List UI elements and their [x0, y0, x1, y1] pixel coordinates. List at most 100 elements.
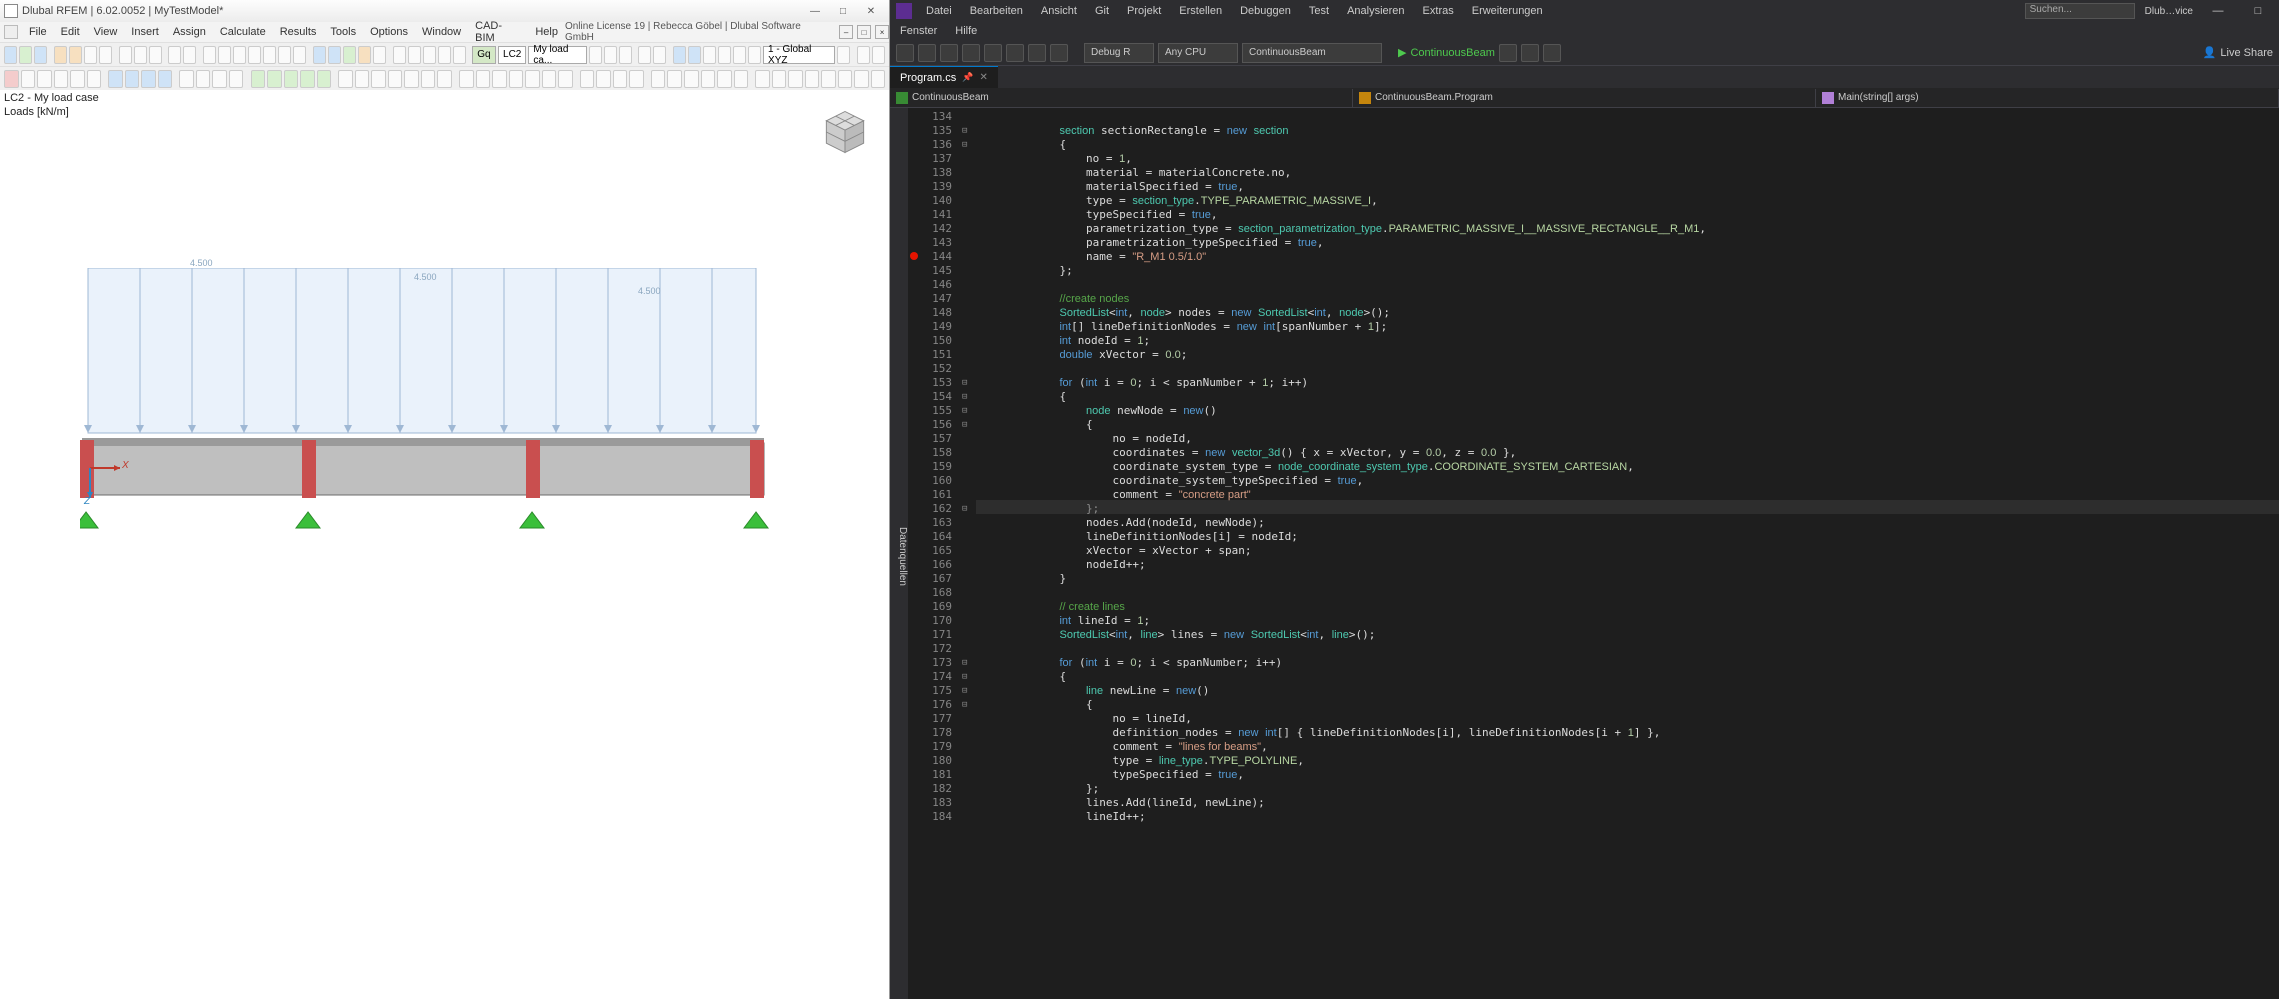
mdi-close-icon[interactable]: ×	[875, 25, 889, 39]
res2-icon[interactable]	[653, 46, 666, 64]
vsmenu-bearbeiten[interactable]: Bearbeiten	[966, 5, 1027, 17]
tab-close-icon[interactable]: ✕	[979, 72, 987, 83]
saveall-icon[interactable]	[1006, 44, 1024, 62]
node-icon[interactable]	[4, 70, 19, 88]
menu-calculate[interactable]: Calculate	[213, 26, 273, 38]
msc3-icon[interactable]	[788, 70, 803, 88]
vw4-icon[interactable]	[438, 46, 451, 64]
redo-icon[interactable]	[1050, 44, 1068, 62]
vw1-icon[interactable]	[393, 46, 406, 64]
platform-dropdown[interactable]: Any CPU	[1158, 43, 1238, 63]
gq-field[interactable]: Gq	[472, 46, 496, 64]
csys-dropdown[interactable]: 1 - Global XYZ	[763, 46, 835, 64]
nav-fwd-icon[interactable]	[918, 44, 936, 62]
rfem-viewport[interactable]: LC2 - My load case Loads [kN/m]	[0, 90, 889, 999]
grp1-icon[interactable]	[673, 46, 686, 64]
menu-tools[interactable]: Tools	[323, 26, 363, 38]
saveas-icon[interactable]	[69, 46, 82, 64]
grp2-icon[interactable]	[688, 46, 701, 64]
menu-edit[interactable]: Edit	[54, 26, 87, 38]
line-icon[interactable]	[21, 70, 36, 88]
ld2-icon[interactable]	[267, 70, 282, 88]
ld1-icon[interactable]	[251, 70, 266, 88]
menu-cadbim[interactable]: CAD-BIM	[468, 20, 528, 44]
dim3-icon[interactable]	[613, 70, 628, 88]
undo-icon[interactable]	[168, 46, 181, 64]
lc-prev-icon[interactable]	[589, 46, 602, 64]
print-icon[interactable]	[99, 46, 112, 64]
open-icon[interactable]	[962, 44, 980, 62]
grp3-icon[interactable]	[703, 46, 716, 64]
new-item-icon[interactable]	[940, 44, 958, 62]
menu-results[interactable]: Results	[273, 26, 324, 38]
snp4-icon[interactable]	[701, 70, 716, 88]
calc4-icon[interactable]	[358, 46, 371, 64]
res1-icon[interactable]	[638, 46, 651, 64]
dim2-icon[interactable]	[596, 70, 611, 88]
sup4-icon[interactable]	[158, 70, 173, 88]
snp1-icon[interactable]	[651, 70, 666, 88]
calc5-icon[interactable]	[373, 46, 386, 64]
panel6-icon[interactable]	[278, 46, 291, 64]
breakpoint-icon[interactable]	[910, 252, 918, 260]
snp3-icon[interactable]	[684, 70, 699, 88]
mv2-icon[interactable]	[476, 70, 491, 88]
saveall-icon[interactable]	[84, 46, 97, 64]
vs-max-button[interactable]: □	[2243, 5, 2273, 17]
hin4-icon[interactable]	[229, 70, 244, 88]
mv3-icon[interactable]	[492, 70, 507, 88]
vs-min-button[interactable]: —	[2203, 5, 2233, 17]
sup1-icon[interactable]	[108, 70, 123, 88]
dim1-icon[interactable]	[580, 70, 595, 88]
snp2-icon[interactable]	[667, 70, 682, 88]
grp5-icon[interactable]	[733, 46, 746, 64]
hin3-icon[interactable]	[212, 70, 227, 88]
ld3-icon[interactable]	[284, 70, 299, 88]
ld5-icon[interactable]	[317, 70, 332, 88]
minimize-button[interactable]: —	[801, 2, 829, 20]
menu-view[interactable]: View	[87, 26, 125, 38]
dim4-icon[interactable]	[629, 70, 644, 88]
end1-icon[interactable]	[857, 46, 870, 64]
vsmenu-datei[interactable]: Datei	[922, 5, 956, 17]
lc-next-icon[interactable]	[604, 46, 617, 64]
ed7-icon[interactable]	[437, 70, 452, 88]
sup2-icon[interactable]	[125, 70, 140, 88]
report2-icon[interactable]	[134, 46, 147, 64]
mv5-icon[interactable]	[525, 70, 540, 88]
vw5-icon[interactable]	[453, 46, 466, 64]
vsmenu-ansicht[interactable]: Ansicht	[1037, 5, 1081, 17]
vsmenu-erweiterungen[interactable]: Erweiterungen	[1468, 5, 1547, 17]
lc-field[interactable]: LC2	[498, 46, 526, 64]
ed6-icon[interactable]	[421, 70, 436, 88]
maximize-button[interactable]: □	[829, 2, 857, 20]
csys-next-icon[interactable]	[837, 46, 850, 64]
panel7-icon[interactable]	[293, 46, 306, 64]
menu-assign[interactable]: Assign	[166, 26, 213, 38]
msc2-icon[interactable]	[772, 70, 787, 88]
opening-icon[interactable]	[87, 70, 102, 88]
ld4-icon[interactable]	[300, 70, 315, 88]
vs-account-label[interactable]: Dlub…vice	[2145, 6, 2193, 17]
mv4-icon[interactable]	[509, 70, 524, 88]
msc5-icon[interactable]	[821, 70, 836, 88]
startup-dropdown[interactable]: ContinuousBeam	[1242, 43, 1382, 63]
nav-assembly-dropdown[interactable]: ContinuousBeam	[890, 89, 1353, 107]
save-icon[interactable]	[54, 46, 67, 64]
ed5-icon[interactable]	[404, 70, 419, 88]
vsmenu-analysieren[interactable]: Analysieren	[1343, 5, 1408, 17]
msc6-icon[interactable]	[838, 70, 853, 88]
run-button[interactable]: ContinuousBeam	[1398, 46, 1495, 59]
menu-options[interactable]: Options	[363, 26, 415, 38]
vsmenu-git[interactable]: Git	[1091, 5, 1113, 17]
hin1-icon[interactable]	[179, 70, 194, 88]
calc2-icon[interactable]	[328, 46, 341, 64]
liveshare-button[interactable]: 👤 Live Share	[2203, 46, 2273, 59]
rfem-titlebar[interactable]: Dlubal RFEM | 6.02.0052 | MyTestModel* —…	[0, 0, 889, 22]
menu-insert[interactable]: Insert	[124, 26, 166, 38]
nav-back-icon[interactable]	[896, 44, 914, 62]
panel1-icon[interactable]	[203, 46, 216, 64]
mv7-icon[interactable]	[558, 70, 573, 88]
sidebar-datasources[interactable]: Datenquellen	[890, 108, 908, 999]
ed1-icon[interactable]	[338, 70, 353, 88]
